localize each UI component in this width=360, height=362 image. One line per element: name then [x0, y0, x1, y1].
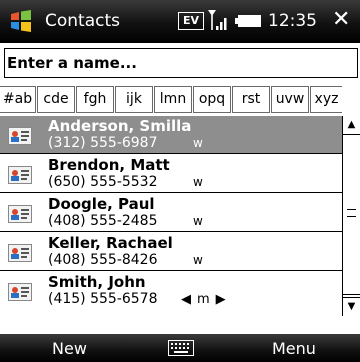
- contact-number: (415) 555-6578: [48, 291, 158, 307]
- signal-icon: [208, 10, 227, 30]
- arrow-right-icon[interactable]: ▶: [216, 292, 226, 307]
- scroll-down-icon[interactable]: ▼: [343, 297, 360, 316]
- ev-badge: EV: [178, 12, 204, 30]
- battery-icon: [235, 15, 261, 27]
- tab-ab[interactable]: #ab: [0, 86, 36, 113]
- contact-name: Smith, John: [48, 273, 146, 291]
- contact-name: Brendon, Matt: [48, 156, 170, 174]
- scroll-thumb[interactable]: [343, 135, 360, 295]
- contact-card-icon: [8, 127, 32, 145]
- contact-row[interactable]: Smith, John (415) 555-6578 ◀ m ▶: [0, 272, 342, 316]
- contact-number: (650) 555-5532: [48, 174, 158, 190]
- tab-lmn[interactable]: lmn: [154, 86, 192, 113]
- list-footer: [0, 316, 360, 334]
- contact-name: Keller, Rachael: [48, 234, 173, 252]
- tab-rst[interactable]: rst: [232, 86, 270, 113]
- windows-start-icon[interactable]: [9, 10, 33, 32]
- app-title: Contacts: [45, 11, 120, 31]
- letter-tabs: #ab cde fgh ijk lmn opq rst uvw xyz: [0, 85, 360, 114]
- new-button[interactable]: New: [52, 339, 87, 359]
- scrollbar[interactable]: ▲ ▼: [342, 116, 360, 316]
- menu-bar: New Menu: [0, 334, 360, 362]
- contact-card-icon: [8, 244, 32, 262]
- number-type: w: [193, 175, 203, 189]
- contact-row[interactable]: Brendon, Matt (650) 555-5532 w: [0, 155, 342, 193]
- contacts-list: Anderson, Smilla (312) 555-6987 w Brendo…: [0, 116, 342, 316]
- tab-xyz[interactable]: xyz: [310, 86, 342, 113]
- search-area: Enter a name...: [0, 43, 360, 83]
- tab-ijk[interactable]: ijk: [115, 86, 153, 113]
- number-selector[interactable]: ◀ m ▶: [178, 291, 229, 308]
- menu-button[interactable]: Menu: [272, 339, 316, 359]
- contact-row[interactable]: Anderson, Smilla (312) 555-6987 w: [0, 116, 342, 154]
- contact-card-icon: [8, 166, 32, 184]
- contact-card-icon: [8, 283, 32, 301]
- contact-number: (312) 555-6987: [48, 135, 158, 151]
- tab-fgh[interactable]: fgh: [76, 86, 114, 113]
- contact-name: Anderson, Smilla: [48, 117, 192, 135]
- contact-number: (408) 555-2485: [48, 213, 158, 229]
- arrow-left-icon[interactable]: ◀: [181, 292, 191, 307]
- contact-row[interactable]: Doogle, Paul (408) 555-2485 w: [0, 194, 342, 232]
- number-type: w: [193, 136, 203, 150]
- tab-opq[interactable]: opq: [193, 86, 231, 113]
- tab-cde[interactable]: cde: [37, 86, 75, 113]
- contact-name: Doogle, Paul: [48, 195, 155, 213]
- contact-row[interactable]: Keller, Rachael (408) 555-8426 w: [0, 233, 342, 271]
- grip-icon: [347, 209, 356, 217]
- close-button[interactable]: ✕: [332, 7, 350, 33]
- number-type: w: [193, 253, 203, 267]
- scroll-up-icon[interactable]: ▲: [343, 116, 360, 135]
- contact-number: (408) 555-8426: [48, 252, 158, 268]
- tab-uvw[interactable]: uvw: [271, 86, 309, 113]
- number-type: w: [193, 214, 203, 228]
- contact-card-icon: [8, 205, 32, 223]
- keyboard-icon[interactable]: [168, 340, 194, 356]
- title-bar: Contacts EV 12:35 ✕: [0, 0, 360, 43]
- number-type: m: [197, 292, 210, 307]
- clock: 12:35: [268, 11, 317, 31]
- search-input[interactable]: Enter a name...: [4, 48, 358, 78]
